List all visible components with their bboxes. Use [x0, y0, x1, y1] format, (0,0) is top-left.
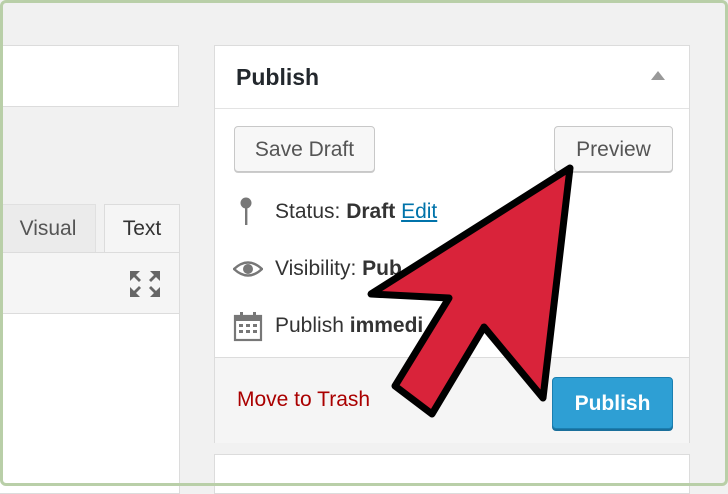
status-edit-link[interactable]: Edit — [401, 200, 437, 223]
editor-content-area[interactable] — [0, 314, 180, 494]
publish-box-title: Publish — [236, 64, 320, 90]
status-value: Draft — [346, 200, 396, 223]
editor-tabs: Visual Text — [0, 204, 180, 252]
visibility-value: Pub — [362, 257, 402, 280]
save-draft-button[interactable]: Save Draft — [234, 126, 375, 172]
publish-box: Publish Save Draft Preview Status: Draft… — [214, 45, 690, 443]
schedule-value: immedi — [349, 314, 424, 337]
move-to-trash-link[interactable]: Move to Trash — [237, 388, 370, 412]
pin-icon — [240, 197, 252, 225]
triangle-up-icon[interactable] — [651, 71, 665, 80]
status-label: Status: — [275, 200, 341, 223]
preview-button[interactable]: Preview — [554, 126, 673, 172]
publish-box-footer: Move to Trash Publish — [215, 357, 689, 443]
editor-toolbar — [0, 252, 180, 314]
tab-text[interactable]: Text — [104, 204, 180, 252]
tab-visual[interactable]: Visual — [0, 204, 96, 252]
visibility-label: Visibility: — [275, 257, 357, 280]
publish-button[interactable]: Publish — [552, 377, 673, 429]
eye-icon — [233, 261, 263, 277]
publish-box-header[interactable]: Publish — [215, 46, 689, 109]
next-metabox — [214, 454, 690, 494]
schedule-label: Publish — [275, 314, 344, 337]
post-title-input[interactable] — [0, 45, 179, 107]
calendar-icon — [233, 312, 263, 342]
fullscreen-expand-icon[interactable] — [128, 269, 162, 299]
